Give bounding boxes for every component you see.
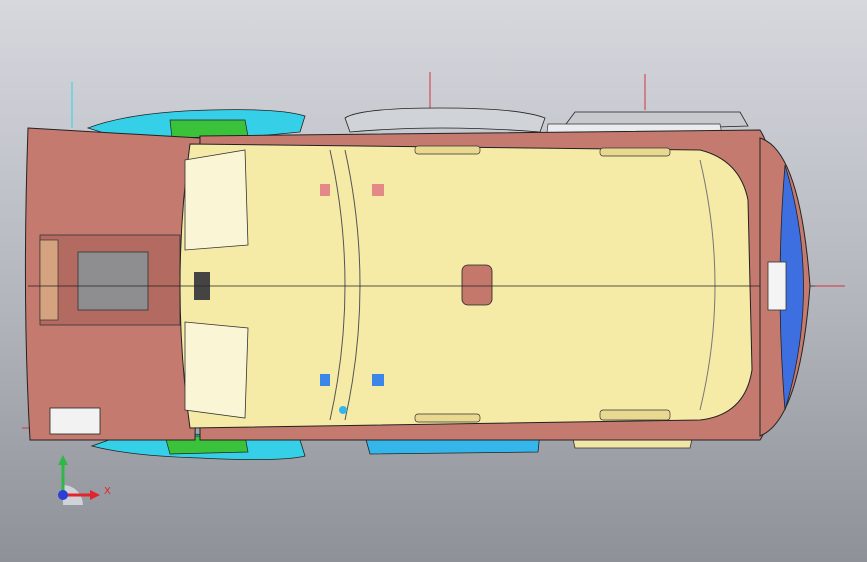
graphics-viewport[interactable]: X — [0, 0, 867, 562]
triad-icon — [58, 455, 100, 505]
front-lamp-assembly — [759, 137, 811, 437]
roof-light — [461, 264, 493, 306]
vehicle-model-top-view[interactable] — [0, 0, 867, 562]
x-axis-label: X — [104, 486, 111, 497]
rear-body — [24, 127, 201, 441]
coordinate-triad: X — [40, 455, 120, 515]
